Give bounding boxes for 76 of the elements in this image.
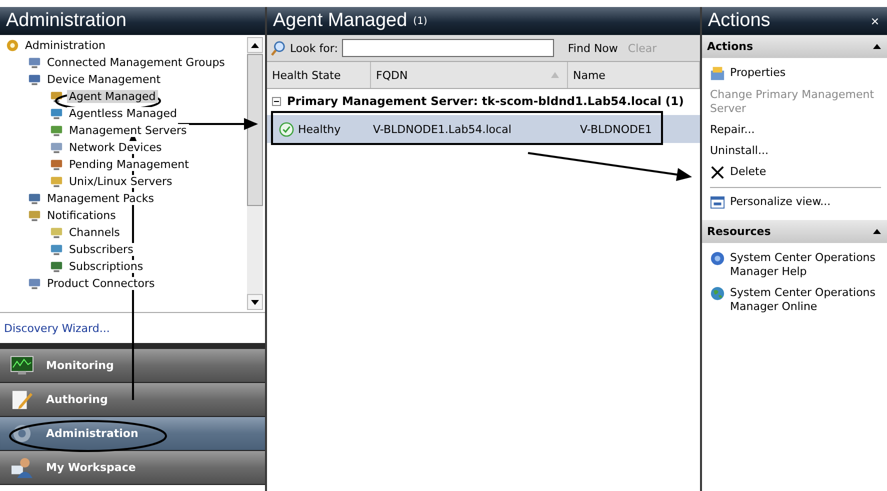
table-cell: V-BLDNODE1.Lab54.local	[373, 122, 512, 136]
section-header[interactable]: Resources	[702, 220, 887, 243]
monitor-icon	[50, 107, 63, 120]
tree-item[interactable]: Administration	[23, 39, 108, 52]
find-now-button[interactable]: Find Now	[564, 42, 622, 54]
tree-item[interactable]: Management Packs	[45, 192, 156, 205]
splitter-handle[interactable]	[0, 343, 265, 349]
check-icon	[279, 122, 294, 136]
nav-button[interactable]: My Workspace	[0, 451, 265, 485]
column-header[interactable]: Health State	[267, 62, 371, 88]
tree-item[interactable]: Network Devices	[67, 141, 164, 154]
table-icon	[710, 195, 725, 210]
tree-item[interactable]: Management Servers	[67, 124, 189, 137]
caret-icon[interactable]	[873, 229, 881, 234]
monitor-icon	[50, 243, 63, 256]
action-link[interactable]: Delete	[730, 165, 766, 179]
section-header[interactable]: Actions	[702, 35, 887, 58]
action-link[interactable]: Uninstall...	[710, 144, 768, 158]
table-cell: V-BLDNODE1	[580, 122, 652, 136]
person-icon	[10, 457, 34, 478]
action-link[interactable]: Repair...	[710, 123, 755, 137]
group-header: Primary Management Server: tk-scom-bldnd1.Lab54.local (1)	[287, 94, 684, 108]
search-field[interactable]	[342, 39, 554, 57]
nav-button[interactable]: Authoring	[0, 383, 265, 417]
nav-button[interactable]: Administration	[0, 417, 265, 451]
tree-item[interactable]: Pending Management	[67, 158, 191, 171]
scroll-down-icon[interactable]	[247, 294, 263, 310]
monitor-icon	[28, 277, 41, 290]
look-for-label: Look for:	[290, 42, 338, 54]
tree-item[interactable]: Connected Management Groups	[45, 56, 227, 69]
item-count: (1)	[413, 16, 428, 26]
column-header[interactable]: Name	[568, 62, 700, 88]
scroll-thumb[interactable]	[247, 54, 263, 206]
action-link[interactable]: Properties	[730, 66, 786, 80]
nav-button[interactable]: Monitoring	[0, 349, 265, 383]
monitor-icon	[50, 158, 63, 171]
collapse-icon[interactable]	[272, 96, 281, 106]
action-link[interactable]: System Center Operations Manager Help	[730, 251, 881, 279]
tree-item[interactable]: Subscriptions	[67, 260, 146, 273]
discovery-wizard-link[interactable]: Discovery Wizard...	[4, 322, 110, 334]
monitor-icon	[50, 124, 63, 137]
tree-item[interactable]: Subscribers	[67, 243, 136, 256]
column-header[interactable]: FQDN	[371, 62, 568, 88]
section-title: Resources	[707, 225, 771, 238]
monitor-icon	[50, 226, 63, 239]
section-title: Actions	[707, 40, 753, 53]
monitor-icon	[28, 192, 41, 205]
monitor-icon	[28, 209, 41, 222]
scrollbar[interactable]	[247, 37, 263, 310]
properties-icon	[710, 66, 725, 81]
globe-icon	[710, 286, 725, 301]
monitor-icon	[28, 73, 41, 86]
monitor-icon	[28, 56, 41, 69]
tree-item[interactable]: Notifications	[45, 209, 118, 222]
tree-item[interactable]: Product Connectors	[45, 277, 157, 290]
caret-icon[interactable]	[873, 44, 881, 49]
tree-item[interactable]: Channels	[67, 226, 122, 239]
pane-title: Administration	[6, 10, 126, 32]
monitor-icon	[50, 175, 63, 188]
pane-title: Actions	[708, 10, 770, 32]
table-cell: Healthy	[298, 122, 341, 136]
monitor-icon	[50, 260, 63, 273]
monitor-icon	[10, 355, 34, 376]
delete-icon	[710, 165, 725, 180]
tree-item[interactable]: Unix/Linux Servers	[67, 175, 174, 188]
tree-item[interactable]: Device Management	[45, 73, 163, 86]
table-row[interactable]: Healthy V-BLDNODE1.Lab54.local V-BLDNODE1	[267, 115, 700, 143]
search-icon	[271, 40, 286, 56]
action-link[interactable]: Personalize view...	[730, 195, 831, 209]
pencil-icon	[10, 389, 34, 410]
pane-title: Agent Managed	[273, 10, 408, 32]
help-icon	[710, 251, 725, 266]
scroll-up-icon[interactable]	[247, 37, 263, 53]
close-button[interactable]: ×	[868, 13, 881, 29]
monitor-icon	[50, 141, 63, 154]
action-link[interactable]: System Center Operations Manager Online	[730, 286, 881, 314]
